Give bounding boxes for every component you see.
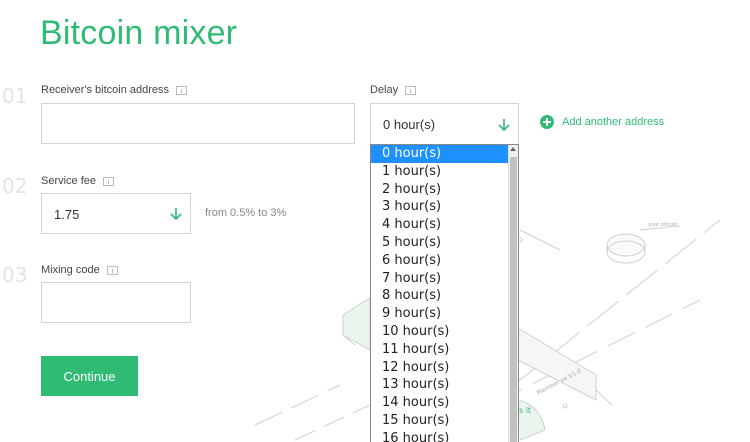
info-icon[interactable] — [106, 265, 118, 275]
receiver-address-label-text: Receiver's bitcoin address — [41, 84, 170, 96]
dropdown-option[interactable]: 4 hour(s) — [371, 216, 518, 234]
scrollbar-thumb[interactable] — [510, 157, 517, 442]
service-fee-label: Service fee — [41, 175, 115, 187]
plus-circle-icon — [540, 115, 554, 129]
delay-dropdown-list[interactable]: 0 hour(s) 1 hour(s) 2 hour(s) 3 hour(s) 4 ho… — [370, 144, 519, 442]
dropdown-option[interactable]: 2 hour(s) — [371, 181, 518, 199]
service-fee-value: 1.75 — [54, 207, 80, 222]
delay-label: Delay — [370, 84, 417, 96]
device-label: Member ve V1.0 — [536, 367, 583, 396]
info-icon[interactable] — [405, 85, 417, 95]
dropdown-scrollbar[interactable] — [508, 145, 518, 442]
dropdown-option[interactable]: 0 hour(s) — [371, 145, 518, 163]
info-icon[interactable] — [103, 176, 115, 186]
dropdown-option[interactable]: 16 hour(s) — [371, 430, 518, 442]
dropdown-option[interactable]: 14 hour(s) — [371, 394, 518, 412]
mixing-code-label: Mixing code — [41, 264, 118, 276]
dropdown-option[interactable]: 6 hour(s) — [371, 252, 518, 270]
dropdown-options: 0 hour(s) 1 hour(s) 2 hour(s) 3 hour(s) 4 ho… — [371, 145, 518, 442]
continue-button[interactable]: Continue — [41, 356, 138, 396]
mixing-code-label-text: Mixing code — [41, 264, 100, 276]
delay-selected-value: 0 hour(s) — [383, 117, 436, 132]
receiver-address-input[interactable] — [41, 103, 355, 144]
arrow-down-icon — [170, 208, 182, 221]
dropdown-option[interactable]: 7 hour(s) — [371, 270, 518, 288]
dropdown-option[interactable]: 13 hour(s) — [371, 376, 518, 394]
service-fee-label-text: Service fee — [41, 175, 97, 187]
step-number-2: 02 — [2, 174, 28, 198]
service-fee-select[interactable]: 1.75 — [41, 193, 191, 234]
dropdown-option[interactable]: 11 hour(s) — [371, 341, 518, 359]
service-fee-hint: from 0.5% to 3% — [205, 207, 287, 219]
dropdown-option[interactable]: 8 hour(s) — [371, 287, 518, 305]
scroll-up-arrow-icon[interactable] — [510, 147, 516, 151]
page-title: Bitcoin mixer — [40, 14, 238, 52]
receiver-address-label: Receiver's bitcoin address — [41, 84, 188, 96]
coin-label: your bitcoin — [648, 222, 678, 228]
add-another-address-link[interactable]: Add another address — [540, 115, 664, 129]
step-number-1: 01 — [2, 84, 28, 108]
partial-label: s it — [519, 406, 531, 415]
dropdown-option[interactable]: 12 hour(s) — [371, 359, 518, 377]
dropdown-option[interactable]: 9 hour(s) — [371, 305, 518, 323]
dropdown-option[interactable]: 10 hour(s) — [371, 323, 518, 341]
mixing-code-input[interactable] — [41, 282, 191, 323]
delay-select[interactable]: 0 hour(s) — [370, 103, 519, 145]
dropdown-option[interactable]: 3 hour(s) — [371, 198, 518, 216]
step-number-3: 03 — [2, 263, 28, 287]
info-icon[interactable] — [176, 85, 188, 95]
delay-label-text: Delay — [370, 84, 399, 96]
dropdown-option[interactable]: 5 hour(s) — [371, 234, 518, 252]
dropdown-option[interactable]: 15 hour(s) — [371, 412, 518, 430]
add-another-address-text: Add another address — [562, 116, 665, 128]
arrow-down-icon — [498, 119, 510, 132]
dropdown-option[interactable]: 1 hour(s) — [371, 163, 518, 181]
